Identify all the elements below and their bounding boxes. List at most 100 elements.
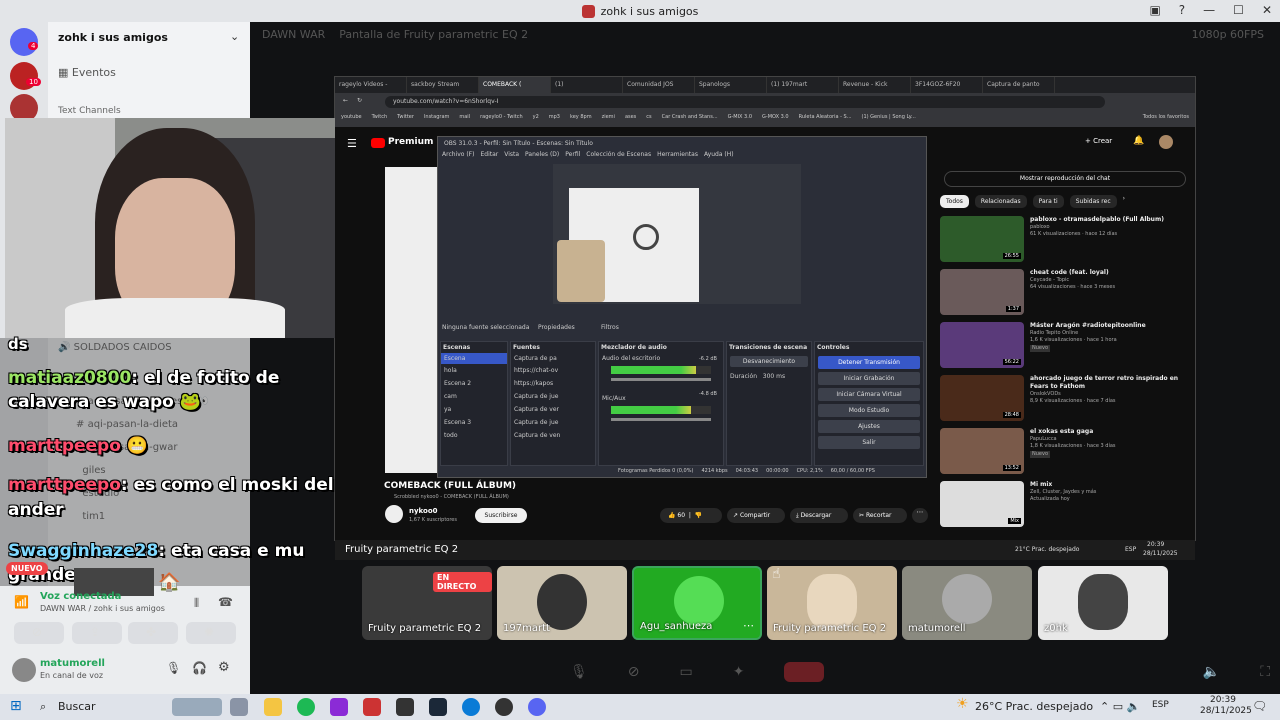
file-explorer-icon[interactable] <box>264 698 282 716</box>
camera-button[interactable]: ⊘ <box>14 622 64 644</box>
avatar[interactable] <box>12 658 36 682</box>
obs-properties-button[interactable]: Propiedades <box>538 324 575 331</box>
channel-name[interactable]: nykoo0 <box>409 507 438 515</box>
like-button[interactable]: 👍 60 | 👎 <box>660 508 722 523</box>
exit-button[interactable]: Salir <box>818 436 920 449</box>
obs-menu-item[interactable]: Vista <box>504 151 519 158</box>
source-item[interactable]: Captura de pa <box>511 353 595 364</box>
obs-menu-item[interactable]: Paneles (D) <box>525 151 559 158</box>
menu-icon[interactable]: ☰ <box>347 137 357 150</box>
bookmark[interactable]: Todos los favoritos <box>1143 114 1189 124</box>
browser-tab[interactable]: Captura de panto <box>983 77 1055 93</box>
settings-button[interactable]: Ajustes <box>818 420 920 433</box>
browser-tab-active[interactable]: COMEBACK ( <box>479 77 551 93</box>
bookmark[interactable]: G-MIX 3.0 <box>728 114 752 124</box>
voice-status[interactable]: Voz conectada <box>40 591 121 602</box>
obs-menu-item[interactable]: Archivo (F) <box>442 151 474 158</box>
browser-tab[interactable]: sackboy Stream <box>407 77 479 93</box>
download-button[interactable]: ⤓ Descargar <box>790 508 848 523</box>
bookmark[interactable]: (1) Genius | Song Ly... <box>862 114 916 124</box>
obs-menu-item[interactable]: Herramientas <box>657 151 698 158</box>
discord-icon[interactable] <box>528 698 546 716</box>
source-item[interactable]: https://kapos <box>511 377 595 390</box>
browser-tab[interactable]: (1) <box>551 77 623 93</box>
spotify-icon[interactable] <box>297 698 315 716</box>
stop-stream-button[interactable]: Detener Transmisión <box>818 356 920 369</box>
weather-label[interactable]: 26°C Prac. despejado <box>975 700 1093 713</box>
bookmark[interactable]: ziemi <box>602 114 615 124</box>
create-button[interactable]: + Crear <box>1085 137 1112 145</box>
close-button[interactable]: ✕ <box>1262 3 1272 17</box>
bookmark[interactable]: key 8pm <box>570 114 592 124</box>
start-recording-button[interactable]: Iniciar Grabación <box>818 372 920 385</box>
related-video[interactable]: 26:55 pabloxo - otramasdelpablo (Full Alb… <box>940 216 1190 264</box>
transition-select[interactable]: Desvanecimiento <box>730 356 808 367</box>
notification-icon[interactable]: 🗨 <box>1252 699 1267 713</box>
search-icon[interactable]: ⌕ <box>40 700 46 714</box>
participant-tile[interactable]: matumorell <box>902 566 1032 640</box>
back-icon[interactable]: ← <box>343 97 348 104</box>
share-button[interactable]: ↗ Compartir <box>727 508 785 523</box>
gear-icon[interactable]: ⚙ <box>218 660 230 675</box>
bookmark[interactable]: Ruleta Aleatoria - S... <box>799 114 852 124</box>
mic-icon[interactable]: 🎙 <box>166 661 181 675</box>
reload-icon[interactable]: ↻ <box>357 97 362 104</box>
participant-tile[interactable]: Fruity parametric EQ 2 <box>767 566 897 640</box>
fullscreen-icon[interactable]: ⛶ <box>1260 664 1270 680</box>
channel-avatar[interactable] <box>385 505 403 523</box>
scene-item[interactable]: Escena 3 <box>441 416 507 429</box>
participant-tile[interactable]: z0hk <box>1038 566 1168 640</box>
scene-item[interactable]: ya <box>441 403 507 416</box>
text-channels-header[interactable]: Text Channels <box>58 106 121 116</box>
search-input[interactable]: Buscar <box>58 700 96 713</box>
bookmark[interactable]: Twitch <box>372 114 388 124</box>
browser-tab[interactable]: rageylo Videos - <box>335 77 407 93</box>
activity-icon[interactable]: ✦ <box>733 664 745 680</box>
activities-button[interactable]: ✤ <box>128 622 178 644</box>
virtual-camera-button[interactable]: Iniciar Cámara Virtual <box>818 388 920 401</box>
server-name[interactable]: zohk i sus amigos <box>58 31 168 44</box>
browser-tab[interactable]: Revenue - Kick <box>839 77 911 93</box>
edge-icon[interactable] <box>462 698 480 716</box>
bookmark[interactable]: Instagram <box>424 114 449 124</box>
volume-slider[interactable] <box>611 378 711 381</box>
headphones-icon[interactable]: 🎧 <box>192 661 207 675</box>
disconnect-icon[interactable]: ☎ <box>218 595 233 609</box>
url-input[interactable]: youtube.com/watch?v=6nShorlqv-I <box>385 96 1105 108</box>
windows-start-icon[interactable]: ⊞ <box>10 698 22 714</box>
browser-tab[interactable]: Spanologs <box>695 77 767 93</box>
clock-date[interactable]: 28/11/2025 <box>1200 706 1252 716</box>
youtube-logo[interactable]: Premium <box>388 137 433 147</box>
scene-item[interactable]: Escena 2 <box>441 377 507 390</box>
related-video[interactable]: 13:52 el xokas esta gaga PapuLucca 1,8 K vi… <box>940 428 1190 476</box>
steam-icon[interactable] <box>429 698 447 716</box>
browser-tab[interactable]: (1) 197mart <box>767 77 839 93</box>
minimize-button[interactable]: — <box>1203 3 1215 17</box>
chip-all[interactable]: Todos <box>940 195 969 208</box>
obs-menu-item[interactable]: Editar <box>480 151 498 158</box>
bookmark[interactable]: y2 <box>533 114 539 124</box>
bookmark[interactable]: G-MOX 3.0 <box>762 114 789 124</box>
share-screen-icon[interactable]: ▭ <box>680 664 693 680</box>
chevron-right-icon[interactable]: › <box>1123 195 1125 208</box>
app-icon[interactable] <box>330 698 348 716</box>
source-item[interactable]: Captura de jue <box>511 416 595 429</box>
tray-icons[interactable]: ⌃ ▭ 🔈 <box>1100 700 1140 713</box>
scene-item[interactable]: cam <box>441 390 507 403</box>
obs-menu-item[interactable]: Perfil <box>565 151 580 158</box>
browser-tab[interactable]: Comunidad JOS <box>623 77 695 93</box>
source-item[interactable]: Captura de ver <box>511 403 595 416</box>
clip-button[interactable]: ✂ Recortar <box>853 508 907 523</box>
events-item[interactable]: ▦ Eventos <box>58 66 116 79</box>
noise-icon[interactable]: ⫴ <box>194 596 199 611</box>
volume-icon[interactable]: 🔈 <box>1203 664 1220 680</box>
source-item[interactable]: https://chat-ov <box>511 364 595 377</box>
chip-related[interactable]: Relacionadas <box>974 195 1027 208</box>
more-icon[interactable]: ⋯ <box>912 508 928 523</box>
maximize-button[interactable]: ☐ <box>1233 3 1244 17</box>
camera-off-icon[interactable]: ⊘ <box>628 664 640 680</box>
help-icon[interactable]: ? <box>1179 3 1185 17</box>
chrome-icon[interactable] <box>495 698 513 716</box>
bookmark[interactable]: rageylo0 - Twitch <box>480 114 523 124</box>
avatar[interactable] <box>1159 135 1173 149</box>
